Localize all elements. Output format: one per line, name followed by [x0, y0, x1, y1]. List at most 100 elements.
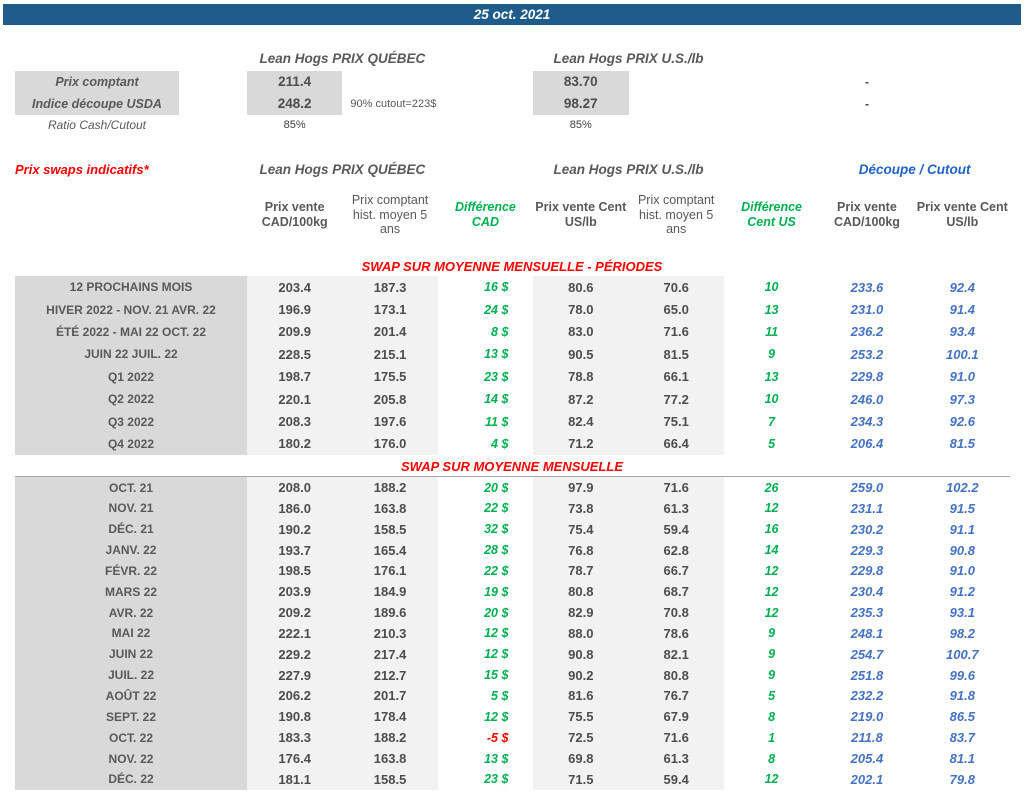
- cutout-cad-cell: 230.2: [850, 521, 884, 537]
- diff-cad-cell: 22 $: [484, 501, 509, 516]
- spot-row-cash: Prix comptant 211.4 83.70 -: [0, 71, 1024, 93]
- cutout-us-cell: 100.7: [946, 646, 979, 662]
- table-row: OCT. 21 208.0 188.2 20 $ 97.9 71.6 26 25…: [15, 477, 1010, 498]
- cutout-us-cell: 91.1: [949, 521, 975, 537]
- table-row: JUIN 22 229.2 217.4 12 $ 90.8 82.1 9 254…: [15, 643, 1010, 665]
- diff-us-cell: 10: [764, 280, 779, 295]
- qc-sell-cell: 190.2: [247, 518, 343, 540]
- us-hist-cell: 80.8: [628, 664, 724, 686]
- spot-us-ratio: 85%: [569, 118, 592, 131]
- qc-sell-cell: 227.9: [247, 664, 343, 686]
- us-hist-cell: 59.4: [628, 518, 724, 540]
- us-hist-cell: 62.8: [628, 539, 724, 561]
- date-banner: 25 oct. 2021: [3, 4, 1021, 25]
- qc-sell-cell: 208.0: [247, 477, 343, 498]
- us-sell-cell: 72.5: [533, 727, 629, 749]
- qc-sell-cell: 220.1: [247, 387, 343, 411]
- diff-us-cell: 8: [768, 709, 776, 724]
- table-row: HIVER 2022 - NOV. 21 AVR. 22 196.9 173.1…: [15, 298, 1010, 321]
- qc-hist-cell: 210.3: [342, 623, 438, 644]
- us-sell-cell: 80.6: [533, 276, 629, 299]
- cutout-cad-cell: 230.4: [850, 584, 884, 600]
- qc-sell-cell: 206.2: [247, 685, 343, 707]
- col-qc-hist: Prix comptant hist. moyen 5 ans: [351, 192, 429, 237]
- qc-sell-cell: 193.7: [247, 539, 343, 561]
- cutout-us-cell: 91.4: [949, 302, 975, 318]
- qc-hist-cell: 184.9: [342, 581, 438, 603]
- qc-hist-cell: 178.4: [342, 706, 438, 728]
- spot-qc-value: 211.4: [247, 71, 343, 93]
- period-label-cell: Q4 2022: [15, 432, 247, 456]
- period-label-cell: OCT. 22: [15, 727, 247, 749]
- diff-us-cell: 5: [768, 436, 776, 451]
- spot-label: Indice découpe USDA: [15, 93, 179, 115]
- period-label-cell: OCT. 21: [15, 477, 247, 498]
- qc-sell-cell: 208.3: [247, 410, 343, 433]
- swaps-us-header: Lean Hogs PRIX U.S./lb: [553, 161, 704, 177]
- us-hist-cell: 59.4: [628, 768, 724, 790]
- diff-us-cell: 11: [765, 324, 779, 339]
- period-label-cell: FÉVR. 22: [15, 560, 247, 582]
- diff-us-cell: 9: [768, 347, 776, 362]
- period-label-cell: MARS 22: [15, 581, 247, 603]
- diff-cad-cell: 5 $: [491, 688, 509, 703]
- us-hist-cell: 70.8: [628, 602, 724, 624]
- us-sell-cell: 90.2: [533, 664, 629, 686]
- cutout-note: 90% cutout=223$: [350, 98, 437, 110]
- cutout-cad-cell: 229.8: [850, 563, 884, 579]
- us-hist-cell: 67.9: [628, 706, 724, 728]
- diff-cad-cell: 20 $: [484, 480, 509, 495]
- diff-us-cell: 12: [764, 563, 779, 578]
- cutout-cad-cell: 233.6: [850, 279, 884, 295]
- diff-cad-cell: -5 $: [486, 730, 509, 745]
- us-hist-cell: 76.7: [628, 685, 724, 707]
- diff-us-cell: 12: [764, 501, 779, 516]
- qc-hist-cell: 188.2: [342, 477, 438, 498]
- qc-sell-cell: 198.5: [247, 560, 343, 582]
- period-label-cell: ÉTÉ 2022 - MAI 22 OCT. 22: [15, 320, 247, 344]
- cutout-cad-cell: 248.1: [850, 625, 884, 641]
- period-label-cell: DÉC. 22: [15, 768, 247, 790]
- qc-sell-cell: 176.4: [247, 748, 343, 769]
- cutout-cad-cell: 211.8: [851, 730, 883, 746]
- qc-hist-cell: 201.4: [342, 320, 438, 344]
- table-row: SEPT. 22 190.8 178.4 12 $ 75.5 67.9 8 21…: [15, 706, 1010, 728]
- us-sell-cell: 88.0: [533, 623, 629, 644]
- table-row: NOV. 22 176.4 163.8 13 $ 69.8 61.3 8 205…: [15, 748, 1010, 769]
- cutout-us-cell: 86.5: [949, 709, 975, 725]
- diff-cad-cell: 8 $: [491, 324, 509, 339]
- period-label-cell: SEPT. 22: [15, 706, 247, 728]
- us-sell-cell: 71.5: [533, 768, 629, 790]
- qc-hist-cell: 197.6: [342, 410, 438, 433]
- col-qc-sell: Prix vente CAD/100kg: [261, 200, 328, 229]
- cutout-cad-cell: 251.8: [850, 667, 884, 683]
- us-sell-cell: 75.5: [533, 706, 629, 728]
- qc-hist-cell: 215.1: [342, 343, 438, 366]
- col-cutout-cad: Prix vente CAD/100kg: [833, 200, 900, 229]
- cutout-us-cell: 81.1: [949, 751, 975, 767]
- us-hist-cell: 71.6: [628, 477, 724, 498]
- column-header-row: Prix vente CAD/100kg Prix comptant hist.…: [0, 186, 1024, 244]
- qc-hist-cell: 189.6: [342, 602, 438, 624]
- diff-cad-cell: 20 $: [484, 605, 509, 620]
- qc-sell-cell: 203.9: [247, 581, 343, 603]
- cutout-cad-cell: 205.4: [850, 751, 884, 767]
- diff-cad-cell: 24 $: [484, 302, 509, 317]
- diff-cad-cell: 23 $: [484, 369, 509, 384]
- table-row: ÉTÉ 2022 - MAI 22 OCT. 22 209.9 201.4 8 …: [15, 320, 1010, 344]
- table-row: DÉC. 21 190.2 158.5 32 $ 75.4 59.4 16 23…: [15, 518, 1010, 540]
- cutout-us-cell: 97.3: [949, 391, 975, 407]
- qc-sell-cell: 209.9: [247, 320, 343, 344]
- us-sell-cell: 69.8: [533, 748, 629, 769]
- diff-us-cell: 1: [768, 730, 776, 745]
- table-row: Q4 2022 180.2 176.0 4 $ 71.2 66.4 5 206.…: [15, 432, 1010, 456]
- cutout-us-cell: 91.0: [949, 369, 975, 385]
- diff-us-cell: 12: [764, 584, 779, 599]
- table-row: JUIL. 22 227.9 212.7 15 $ 90.2 80.8 9 25…: [15, 664, 1010, 686]
- swaps-note: Prix swaps indicatifs*: [15, 161, 149, 177]
- us-sell-cell: 97.9: [533, 477, 629, 498]
- diff-us-cell: 12: [764, 605, 779, 620]
- diff-cad-cell: 23 $: [484, 772, 509, 787]
- hog-price-report: 25 oct. 2021 Lean Hogs PRIX QUÉBEC Lean …: [0, 0, 1024, 807]
- us-hist-cell: 77.2: [628, 387, 724, 411]
